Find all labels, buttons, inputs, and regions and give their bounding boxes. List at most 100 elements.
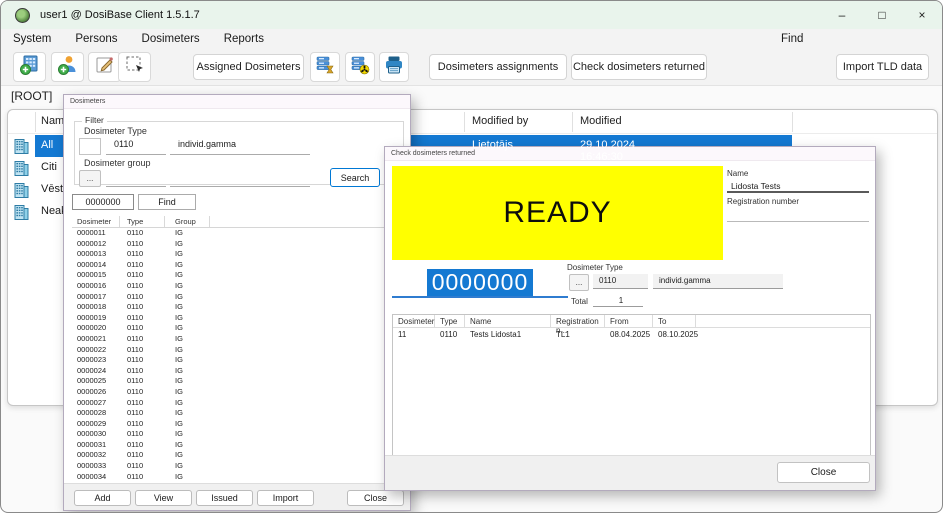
modified-value: 29.10.2024 16:46:30	[580, 139, 636, 163]
col-type[interactable]: Type	[120, 216, 165, 227]
table-row[interactable]: 0000029 0110 IG	[72, 419, 404, 430]
group-code-field[interactable]	[106, 168, 166, 187]
col-dosimeter[interactable]: Dosimeter	[72, 216, 120, 227]
menu-find[interactable]: Find	[769, 33, 815, 45]
dosibase-window: user1 @ DosiBase Client 1.5.1.7 – □ × Sy…	[0, 0, 943, 513]
check-type-code-field[interactable]: 0110	[593, 274, 648, 289]
table-row[interactable]: 0000024 0110 IG	[72, 366, 404, 377]
table-row[interactable]: 0000032 0110 IG	[72, 450, 404, 461]
dosimeters-assignments-button[interactable]: Dosimeters assignments	[429, 54, 567, 80]
table-row[interactable]: 0000011 0110 IG	[72, 228, 404, 239]
col-type[interactable]: Type	[435, 315, 465, 327]
table-row[interactable]: 0000023 0110 IG	[72, 355, 404, 366]
cell-group: IG	[175, 302, 183, 312]
dosimeters-close-button[interactable]: Close	[347, 490, 404, 506]
table-row[interactable]: 0000033 0110 IG	[72, 461, 404, 472]
check-type-browse-button[interactable]: ...	[569, 274, 589, 291]
scan-input-field[interactable]: 0000000	[392, 268, 568, 298]
minimize-button[interactable]: –	[822, 1, 862, 29]
dosimeters-dialog: Dosimeters Filter Dosimeter Type 0110 in…	[63, 94, 411, 511]
table-row[interactable]: 0000022 0110 IG	[72, 345, 404, 356]
add-organization-button[interactable]	[13, 52, 46, 82]
table-row[interactable]: 0000025 0110 IG	[72, 376, 404, 387]
column-header-modified[interactable]: Modified	[580, 115, 622, 127]
col-to[interactable]: To	[653, 315, 696, 327]
table-row[interactable]: 0000034 0110 IG	[72, 472, 404, 483]
tree-item-label[interactable]: Citi	[41, 161, 57, 173]
col-name[interactable]: Name	[465, 315, 551, 327]
check-dosimeters-returned-button[interactable]: Check dosimeters returned	[571, 54, 707, 80]
ready-status-text: READY	[503, 196, 612, 229]
menu-reports[interactable]: Reports	[212, 33, 276, 45]
add-person-button[interactable]	[51, 52, 84, 82]
table-row[interactable]: 0000015 0110 IG	[72, 270, 404, 281]
table-row[interactable]: 0000013 0110 IG	[72, 249, 404, 260]
col-group[interactable]: Group	[165, 216, 210, 227]
cell-type: 0110	[127, 397, 144, 407]
check-type-name-field[interactable]: individ.gamma	[653, 274, 783, 289]
table-row[interactable]: 0000026 0110 IG	[72, 387, 404, 398]
ready-status-banner: READY	[392, 166, 723, 260]
registration-number-field[interactable]	[727, 208, 869, 222]
col-dosimeter[interactable]: Dosimeter	[393, 315, 435, 327]
menu-dosimeters[interactable]: Dosimeters	[130, 33, 212, 45]
root-node-label[interactable]: [ROOT]	[11, 89, 52, 103]
cell-type: 0110	[127, 450, 144, 460]
menu-persons[interactable]: Persons	[63, 33, 129, 45]
table-row[interactable]: 0000017 0110 IG	[72, 292, 404, 303]
table-row[interactable]: 0000014 0110 IG	[72, 260, 404, 271]
table-row[interactable]: 11 0110 Tests Lidosta1 TL1 08.04.2025 08…	[393, 328, 870, 341]
column-header-modified-by[interactable]: Modified by	[472, 115, 528, 127]
import-tld-data-button[interactable]: Import TLD data	[836, 54, 929, 80]
cell-group: IG	[175, 386, 183, 396]
print-button[interactable]	[379, 52, 409, 82]
view-button[interactable]: View	[135, 490, 192, 506]
table-row[interactable]: 0000018 0110 IG	[72, 302, 404, 313]
find-button[interactable]: Find	[138, 194, 196, 210]
tree-item-label[interactable]: All	[41, 139, 53, 151]
select-area-button[interactable]	[118, 52, 151, 82]
menu-system[interactable]: System	[1, 33, 63, 45]
maximize-button[interactable]: □	[862, 1, 902, 29]
dosimeters-table: Dosimeter Type Group 0000011 0110 IG 000…	[72, 216, 404, 482]
group-name-field[interactable]	[170, 168, 310, 187]
cell-group: IG	[175, 397, 183, 407]
cell-dosimeter: 0000020	[77, 323, 107, 333]
edit-button[interactable]	[88, 52, 121, 82]
table-row[interactable]: 0000021 0110 IG	[72, 334, 404, 345]
col-registration[interactable]: Registration n...	[551, 315, 605, 335]
table-row[interactable]: 0000019 0110 IG	[72, 313, 404, 324]
issued-button[interactable]: Issued	[196, 490, 253, 506]
group-browse-button[interactable]: ...	[79, 170, 101, 187]
type-prefix-field[interactable]	[79, 138, 101, 155]
type-name-field[interactable]: individ.gamma	[170, 136, 310, 155]
name-field[interactable]: Lidosta Tests	[727, 179, 869, 193]
table-row[interactable]: 0000016 0110 IG	[72, 281, 404, 292]
table-row[interactable]: 0000031 0110 IG	[72, 440, 404, 451]
assignments-pending-button[interactable]	[310, 52, 340, 82]
table-row[interactable]: 0000020 0110 IG	[72, 323, 404, 334]
table-row[interactable]: 0000012 0110 IG	[72, 239, 404, 250]
assigned-dosimeters-button[interactable]: Assigned Dosimeters	[193, 54, 304, 80]
cell-from: 08.04.2025	[610, 330, 651, 339]
cell-group: IG	[175, 249, 183, 259]
cell-type: 0110	[127, 408, 144, 418]
building-icon	[13, 204, 30, 224]
assignments-radiation-button[interactable]	[345, 52, 375, 82]
add-button[interactable]: Add	[74, 490, 131, 506]
table-row[interactable]: 0000027 0110 IG	[72, 398, 404, 409]
search-button[interactable]: Search	[330, 168, 380, 187]
check-close-button[interactable]: Close	[777, 462, 870, 483]
returned-table-body: 11 0110 Tests Lidosta1 TL1 08.04.2025 08…	[393, 328, 870, 341]
type-code-field[interactable]: 0110	[106, 136, 166, 155]
cell-type: 0110	[440, 330, 458, 339]
import-button[interactable]: Import	[257, 490, 314, 506]
cell-group: IG	[175, 270, 183, 280]
table-row[interactable]: 0000028 0110 IG	[72, 408, 404, 419]
col-from[interactable]: From	[605, 315, 653, 327]
quick-find-field[interactable]: 0000000	[72, 194, 134, 210]
returned-table-header: Dosimeter Type Name Registration n... Fr…	[393, 315, 870, 335]
table-row[interactable]: 0000030 0110 IG	[72, 429, 404, 440]
close-button[interactable]: ×	[902, 1, 942, 29]
dosimeters-table-header: Dosimeter Type Group	[72, 216, 404, 228]
